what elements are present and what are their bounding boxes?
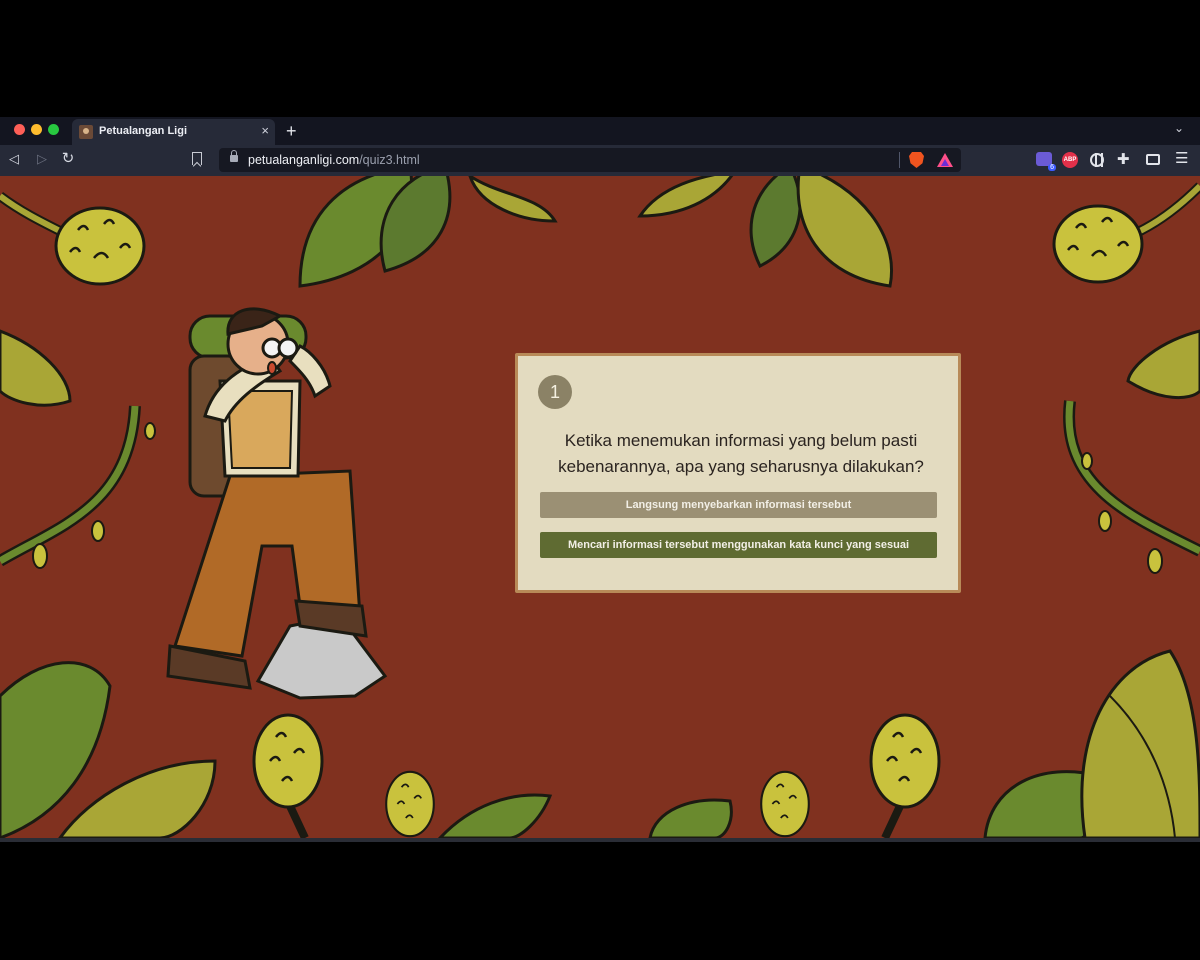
vine-right	[1063, 400, 1200, 574]
url-host: petualanganligi.com	[248, 153, 360, 167]
window-zoom-button[interactable]	[48, 124, 59, 135]
window-minimize-button[interactable]	[31, 124, 42, 135]
url-path: /quiz3.html	[359, 153, 420, 167]
address-bar-divider	[899, 152, 900, 168]
answer-option-1[interactable]: Langsung menyebarkan informasi tersebut	[540, 492, 937, 518]
wallet-icon[interactable]	[1146, 154, 1160, 165]
extension-badge: 6	[1048, 164, 1056, 171]
lock-icon	[230, 150, 238, 162]
url-text[interactable]: petualanganligi.com/quiz3.html	[248, 153, 420, 167]
page-viewport: 1 Ketika menemukan informasi yang belum …	[0, 176, 1200, 838]
favicon-icon	[79, 125, 93, 139]
fruit-top-left	[0, 191, 146, 286]
extension-icon[interactable]: 6	[1036, 152, 1056, 171]
back-arrow-icon[interactable]: ◁	[4, 149, 24, 169]
hamburger-menu-icon[interactable]: ☰	[1175, 149, 1188, 167]
letterbox-top	[0, 0, 1200, 117]
brave-shields-icon[interactable]	[909, 152, 924, 168]
bookmark-icon[interactable]	[192, 152, 202, 165]
browser-tab[interactable]: Petualangan Ligi ×	[72, 119, 275, 145]
leaf-left	[0, 329, 72, 407]
address-bar[interactable]: petualanganligi.com/quiz3.html	[219, 148, 961, 172]
vine-left	[0, 405, 156, 569]
reload-icon[interactable]: ↻	[58, 149, 78, 169]
puzzle-icon[interactable]: ✚	[1117, 150, 1130, 168]
globe-icon[interactable]	[1090, 153, 1104, 167]
tab-title: Petualangan Ligi	[99, 125, 188, 137]
question-text: Ketika menemukan informasi yang belum pa…	[558, 431, 924, 476]
fruit-bottom-row	[252, 713, 941, 838]
adblock-plus-icon[interactable]: ABP	[1062, 152, 1078, 168]
explorer-character	[166, 307, 388, 700]
forward-arrow-icon[interactable]: ▷	[32, 149, 52, 169]
brave-rewards-icon[interactable]	[937, 153, 953, 167]
answer-option-2[interactable]: Mencari informasi tersebut menggunakan k…	[540, 532, 937, 558]
new-tab-button[interactable]: +	[286, 120, 297, 142]
tab-list-chevron-icon[interactable]: ⌄	[1174, 121, 1184, 135]
letterbox-bottom	[0, 842, 1200, 960]
tab-close-icon[interactable]: ×	[261, 123, 269, 139]
quiz-card: 1 Ketika menemukan informasi yang belum …	[515, 353, 961, 593]
fruit-top-right	[1052, 182, 1200, 284]
leaf-cluster-top	[298, 176, 893, 288]
question-number-badge: 1	[538, 375, 572, 409]
leaf-right	[1126, 329, 1200, 400]
window-close-button[interactable]	[14, 124, 25, 135]
